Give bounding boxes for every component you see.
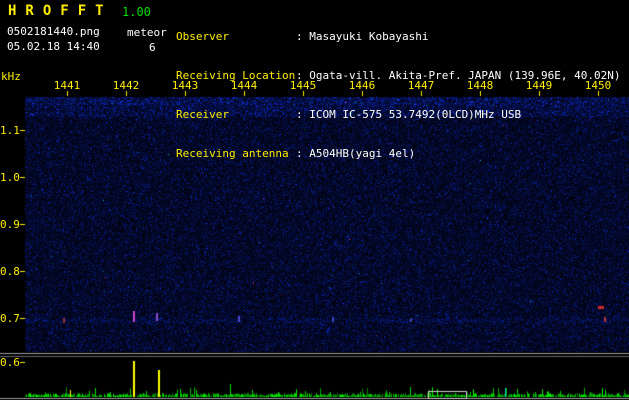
hrofft-screen: HROFFT 1.00 0502181440.png meteor 05.02.… — [0, 0, 629, 400]
y-tick-label: 0.7 — [0, 312, 19, 325]
y-tick-label: 1.1 — [0, 124, 19, 137]
x-tick-label: 1447 — [404, 79, 438, 92]
station-info: Observer: Masayuki Kobayashi Receiving L… — [176, 4, 621, 186]
info-row: Receiving antenna: A504HB(yagi 4el) — [176, 147, 621, 160]
output-filename: 0502181440.png — [7, 25, 100, 38]
echo-count: 6 — [149, 41, 156, 54]
app-version: 1.00 — [122, 5, 151, 19]
x-tick-label: 1445 — [286, 79, 320, 92]
y-tick-label: 1.0 — [0, 171, 19, 184]
y-tick-label: 0.8 — [0, 265, 19, 278]
y-tick-label: 0.9 — [0, 218, 19, 231]
x-tick-label: 1446 — [345, 79, 379, 92]
x-tick-label: 1442 — [109, 79, 143, 92]
app-title: HROFFT — [8, 3, 113, 19]
info-label: Observer — [176, 30, 296, 43]
info-label: Receiving antenna — [176, 147, 296, 160]
x-tick-label: 1448 — [463, 79, 497, 92]
info-value: : ICOM IC-575 53.7492(0LCD)MHz USB — [296, 108, 521, 121]
info-row: Observer: Masayuki Kobayashi — [176, 30, 621, 43]
datetime-label: 05.02.18 14:40 — [7, 40, 100, 53]
x-tick-label: 1441 — [50, 79, 84, 92]
x-tick-label: 1450 — [581, 79, 615, 92]
mode-label: meteor — [127, 26, 167, 39]
info-row: Receiver: ICOM IC-575 53.7492(0LCD)MHz U… — [176, 108, 621, 121]
y-tick-label: 0.6 — [0, 356, 19, 369]
x-tick-label: 1443 — [168, 79, 202, 92]
y-axis-unit-label: kHz — [1, 70, 21, 83]
info-label: Receiver — [176, 108, 296, 121]
info-value: : A504HB(yagi 4el) — [296, 147, 415, 160]
x-tick-label: 1444 — [227, 79, 261, 92]
info-value: : Masayuki Kobayashi — [296, 30, 428, 43]
x-tick-label: 1449 — [522, 79, 556, 92]
